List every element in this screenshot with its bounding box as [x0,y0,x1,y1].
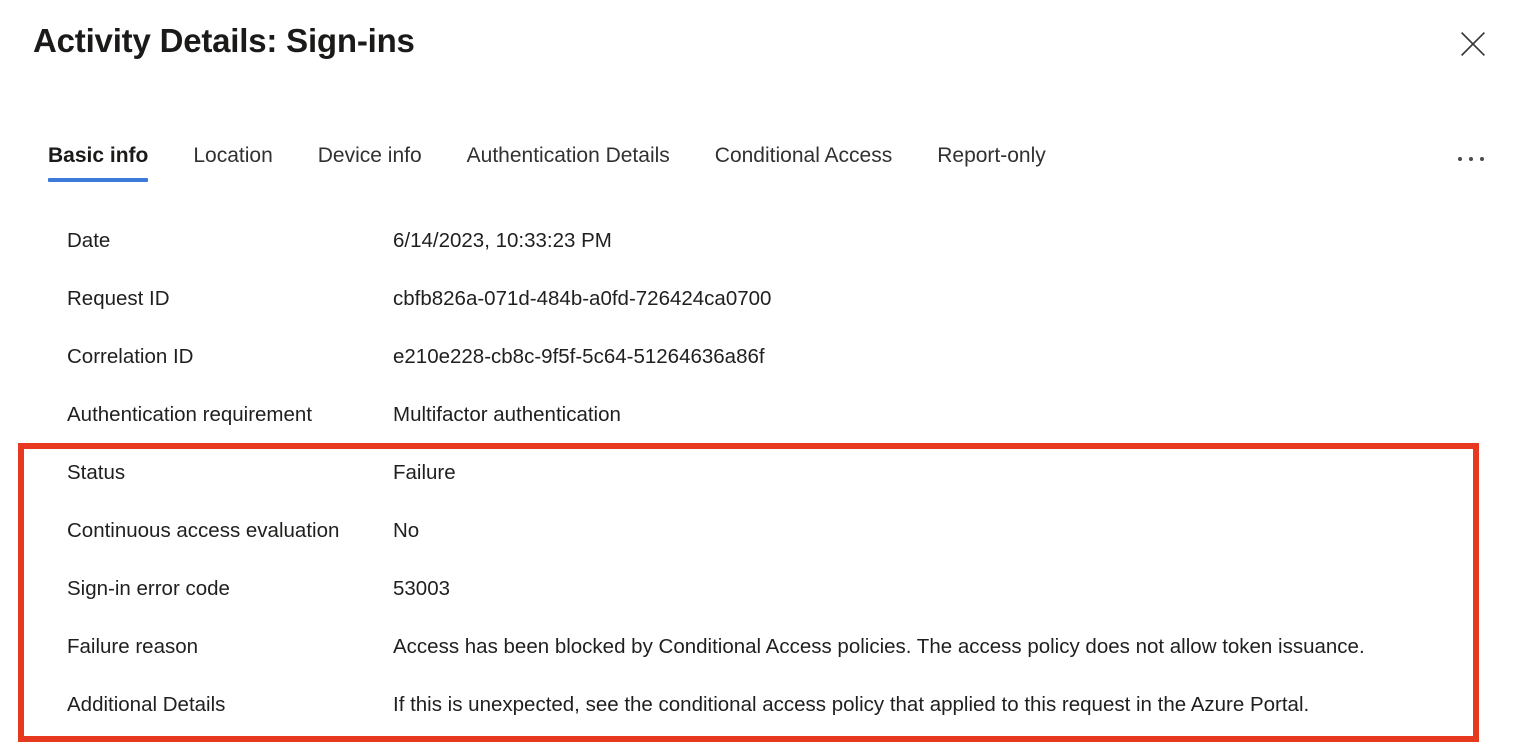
detail-label-request-id: Request ID [67,287,170,310]
table-row: Correlation ID e210e228-cb8c-9f5f-5c64-5… [0,328,1536,386]
tabs-row: Basic info Location Device info Authenti… [48,142,1091,192]
panel-header: Activity Details: Sign-ins [0,0,1536,112]
ellipsis-icon-dot-1 [1458,157,1462,161]
table-row: Continuous access evaluation No [0,502,1536,560]
detail-value-date: 6/14/2023, 10:33:23 PM [393,229,612,252]
detail-value-sign-in-error-code: 53003 [393,577,451,600]
tab-authentication-details[interactable]: Authentication Details [467,142,670,182]
detail-label-failure-reason: Failure reason [67,635,199,658]
table-row: Additional Details If this is unexpected… [0,676,1536,734]
table-row: Sign-in error code 53003 [0,560,1536,618]
detail-label-sign-in-error-code: Sign-in error code [67,577,230,600]
detail-value-status: Failure [393,461,456,484]
detail-value-additional-details: If this is unexpected, see the condition… [393,693,1310,716]
tab-report-only[interactable]: Report-only [937,142,1046,182]
table-row: Request ID cbfb826a-071d-484b-a0fd-72642… [0,270,1536,328]
page-title: Activity Details: Sign-ins [33,22,415,59]
detail-label-status: Status [67,461,126,484]
tab-location[interactable]: Location [193,142,272,182]
tab-basic-info[interactable]: Basic info [48,142,149,182]
detail-value-correlation-id: e210e228-cb8c-9f5f-5c64-51264636a86f [393,345,765,368]
detail-label-authentication-requirement: Authentication requirement [67,403,313,426]
details-list: Date 6/14/2023, 10:33:23 PM Request ID c… [0,212,1536,742]
table-row: Status Failure [0,444,1536,502]
detail-label-continuous-access-evaluation: Continuous access evaluation [67,519,340,542]
table-row: Date 6/14/2023, 10:33:23 PM [0,212,1536,270]
tab-device-info[interactable]: Device info [318,142,422,182]
tabs-overflow-button[interactable] [1447,142,1495,176]
close-button[interactable] [1449,20,1497,68]
tab-conditional-access[interactable]: Conditional Access [715,142,892,182]
table-row: Authentication requirement Multifactor a… [0,386,1536,444]
detail-value-continuous-access-evaluation: No [393,519,420,542]
tabstrip: Basic info Location Device info Authenti… [0,142,1536,192]
detail-label-date: Date [67,229,111,252]
table-row: Failure reason Access has been blocked b… [0,618,1536,676]
detail-value-failure-reason: Access has been blocked by Conditional A… [393,635,1365,658]
detail-label-correlation-id: Correlation ID [67,345,194,368]
ellipsis-icon-dot-2 [1469,157,1473,161]
detail-label-additional-details: Additional Details [67,693,226,716]
detail-value-authentication-requirement: Multifactor authentication [393,403,621,426]
ellipsis-icon-dot-3 [1480,157,1484,161]
close-icon [1460,31,1486,57]
detail-value-request-id: cbfb826a-071d-484b-a0fd-726424ca0700 [393,287,772,310]
